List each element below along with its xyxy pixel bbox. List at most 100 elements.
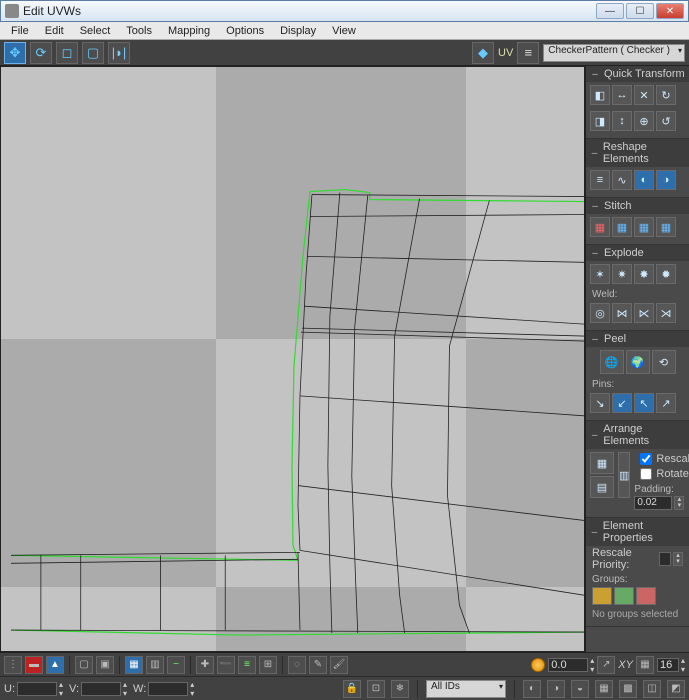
flip-h-icon[interactable]: ◨	[590, 111, 610, 131]
render-3-icon[interactable]: ◒	[571, 680, 589, 698]
group-3-button[interactable]	[636, 587, 656, 605]
menu-file[interactable]: File	[4, 24, 36, 38]
stitch-4-icon[interactable]: ▦	[656, 217, 676, 237]
brush-icon[interactable]: 🖌	[330, 656, 348, 674]
u-value[interactable]	[17, 682, 57, 696]
freeform-tool-button[interactable]: ▢	[82, 42, 104, 64]
v-value[interactable]	[81, 682, 121, 696]
pin-2-icon[interactable]: ↙	[612, 393, 632, 413]
padding-value[interactable]: 0.02	[634, 496, 672, 510]
grid-icon[interactable]: ▦	[636, 656, 654, 674]
mode-1-icon[interactable]: ▦	[125, 656, 143, 674]
menu-edit[interactable]: Edit	[38, 24, 71, 38]
axis-toggle-icon[interactable]: ↗	[597, 656, 615, 674]
menu-display[interactable]: Display	[273, 24, 323, 38]
stitch-1-icon[interactable]: ▦	[590, 217, 610, 237]
freeze-icon[interactable]: ❄	[391, 680, 409, 698]
rotate-tool-button[interactable]: ⟳	[30, 42, 52, 64]
rollout-arrange[interactable]: Arrange Elements	[586, 421, 689, 449]
explode-1-icon[interactable]: ✶	[590, 264, 610, 284]
grid-value[interactable]: 16	[657, 658, 679, 672]
maximize-button[interactable]: ☐	[626, 3, 654, 19]
rollout-quick-transform[interactable]: Quick Transform	[586, 66, 689, 82]
paint-sel-icon[interactable]: ✎	[309, 656, 327, 674]
grow-icon[interactable]: ✚	[196, 656, 214, 674]
render-1-icon[interactable]: ◐	[523, 680, 541, 698]
angle-value[interactable]: 0.0	[548, 658, 588, 672]
bg-2-icon[interactable]: ▩	[619, 680, 637, 698]
select-edge-icon[interactable]: ▬	[25, 656, 43, 674]
peel-1-icon[interactable]: 🌐	[600, 350, 624, 374]
reshape-a-icon[interactable]: ◐	[634, 170, 654, 190]
select-vertex-icon[interactable]: ⋮	[4, 656, 22, 674]
align-left-icon[interactable]: ◧	[590, 85, 610, 105]
flip-v-icon[interactable]: ↕	[612, 111, 632, 131]
explode-2-icon[interactable]: ✷	[612, 264, 632, 284]
menu-tools[interactable]: Tools	[119, 24, 159, 38]
texture-dropdown[interactable]: CheckerPattern ( Checker )	[543, 44, 685, 62]
rotate-cw-icon[interactable]: ↻	[656, 85, 676, 105]
rollout-stitch[interactable]: Stitch	[586, 198, 689, 214]
render-2-icon[interactable]: ◑	[547, 680, 565, 698]
align-center-icon[interactable]: ↔	[612, 85, 632, 105]
close-button[interactable]: ✕	[656, 3, 684, 19]
weld-2-icon[interactable]: ⋉	[634, 303, 654, 323]
select-face-icon[interactable]: ▲	[46, 656, 64, 674]
soft-sel-icon[interactable]: ◌	[288, 656, 306, 674]
align-right-icon[interactable]: ✕	[634, 85, 654, 105]
menu-options[interactable]: Options	[219, 24, 271, 38]
rotate-checkbox[interactable]: Rotate	[634, 467, 689, 481]
straighten-icon[interactable]: ≡	[590, 170, 610, 190]
priority-spinner[interactable]: ▴▾	[673, 552, 683, 566]
rollout-element-properties[interactable]: Element Properties	[586, 518, 689, 546]
list-button[interactable]: ≡	[517, 42, 539, 64]
subobj-2-icon[interactable]: ▣	[96, 656, 114, 674]
weld-1-icon[interactable]: ⋈	[612, 303, 632, 323]
explode-3-icon[interactable]: ✸	[634, 264, 654, 284]
options-button[interactable]: ◆	[472, 42, 494, 64]
reshape-b-icon[interactable]: ◑	[656, 170, 676, 190]
snap-toggle-icon[interactable]: ⊡	[367, 680, 385, 698]
move-tool-button[interactable]: ✥	[4, 42, 26, 64]
w-value[interactable]	[148, 682, 188, 696]
scale-tool-button[interactable]: ◻	[56, 42, 78, 64]
rollout-explode[interactable]: Explode	[586, 245, 689, 261]
mode-2-icon[interactable]: ▥	[146, 656, 164, 674]
loop-icon[interactable]: ⊞	[259, 656, 277, 674]
pack-big-icon[interactable]: ▥	[618, 452, 630, 498]
mirror-tool-button[interactable]: |◗|	[108, 42, 130, 64]
rollout-reshape[interactable]: Reshape Elements	[586, 139, 689, 167]
peel-reset-icon[interactable]: ⟲	[652, 350, 676, 374]
menu-view[interactable]: View	[325, 24, 363, 38]
snap-icon[interactable]: ⊕	[634, 111, 654, 131]
relax-icon[interactable]: ∿	[612, 170, 632, 190]
menu-mapping[interactable]: Mapping	[161, 24, 217, 38]
bg-1-icon[interactable]: ▦	[595, 680, 613, 698]
stitch-3-icon[interactable]: ▦	[634, 217, 654, 237]
group-1-button[interactable]	[592, 587, 612, 605]
shrink-icon[interactable]: ➖	[217, 656, 235, 674]
menu-select[interactable]: Select	[73, 24, 118, 38]
pin-1-icon[interactable]: ↘	[590, 393, 610, 413]
stitch-2-icon[interactable]: ▦	[612, 217, 632, 237]
rotate-ccw-icon[interactable]: ↺	[656, 111, 676, 131]
uv-viewport[interactable]	[0, 66, 585, 652]
weld-target-icon[interactable]: ◎	[590, 303, 610, 323]
subobj-1-icon[interactable]: ▢	[75, 656, 93, 674]
padding-spinner[interactable]: ▴▾	[674, 496, 684, 510]
explode-4-icon[interactable]: ✹	[656, 264, 676, 284]
pin-4-icon[interactable]: ↗	[656, 393, 676, 413]
bg-4-icon[interactable]: ◩	[667, 680, 685, 698]
bg-3-icon[interactable]: ◫	[643, 680, 661, 698]
peel-2-icon[interactable]: 🌍	[626, 350, 650, 374]
pack-1-icon[interactable]: ▦	[590, 452, 614, 474]
mode-3-icon[interactable]: −	[167, 656, 185, 674]
group-2-button[interactable]	[614, 587, 634, 605]
lock-icon[interactable]: 🔒	[343, 680, 361, 698]
rescale-checkbox[interactable]: Rescale	[634, 452, 689, 466]
weld-3-icon[interactable]: ⋊	[656, 303, 676, 323]
ids-dropdown[interactable]: All IDs	[426, 680, 506, 698]
ring-icon[interactable]: ≡	[238, 656, 256, 674]
rollout-peel[interactable]: Peel	[586, 331, 689, 347]
pin-3-icon[interactable]: ↖	[634, 393, 654, 413]
